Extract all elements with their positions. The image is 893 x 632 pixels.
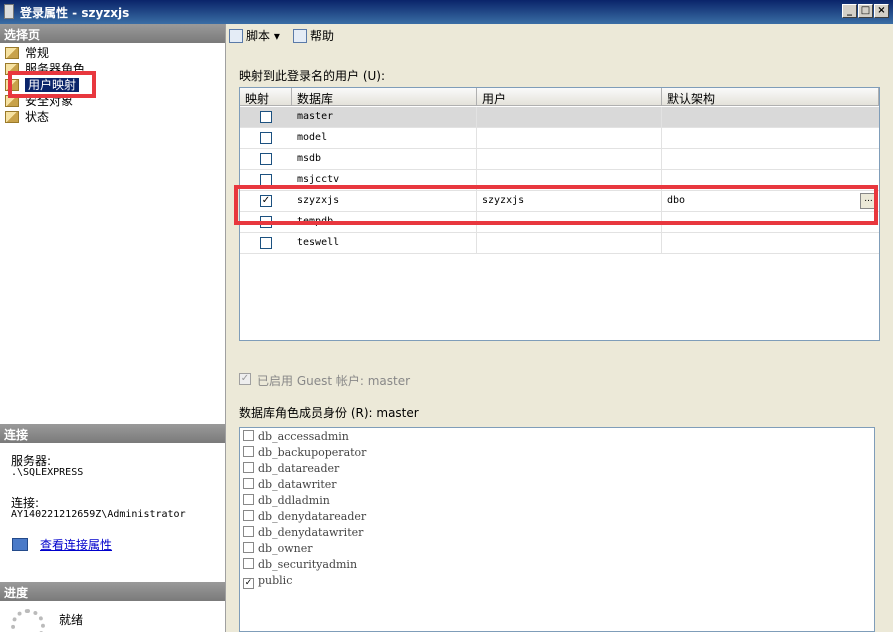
script-button[interactable]: 脚本 ▾	[229, 27, 280, 43]
table-row[interactable]: msdb	[240, 149, 879, 170]
role-checkbox[interactable]	[243, 526, 254, 537]
table-row[interactable]: teswell	[240, 233, 879, 254]
guest-account-checkbox: ✓	[239, 373, 251, 385]
map-checkbox[interactable]	[260, 111, 272, 123]
role-membership-label: 数据库角色成员身份 (R): master	[239, 406, 419, 420]
role-checkbox[interactable]	[243, 494, 254, 505]
role-checkbox[interactable]	[243, 446, 254, 457]
script-icon	[229, 29, 243, 43]
connection-header: 连接	[0, 424, 225, 443]
close-button[interactable]: ×	[874, 4, 889, 18]
list-item[interactable]: db_accessadmin	[243, 430, 349, 446]
window-icon	[4, 4, 14, 19]
list-item[interactable]: db_ddladmin	[243, 494, 330, 510]
list-item[interactable]: db_denydatawriter	[243, 526, 363, 542]
right-pane: 脚本 ▾ 帮助 映射到此登录名的用户 (U): 映射 数据库 用户 默认架构 m…	[227, 24, 893, 632]
guest-account-label: 已启用 Guest 帐户: master	[257, 374, 411, 388]
title-bar: 登录属性 - szyzxjs _ □ ×	[0, 0, 893, 24]
nav-item-general[interactable]: 常规	[5, 44, 49, 60]
role-checkbox[interactable]: ✓	[243, 578, 254, 589]
page-icon	[5, 111, 19, 123]
column-header-default-schema[interactable]: 默认架构	[662, 88, 879, 106]
map-checkbox[interactable]	[260, 237, 272, 249]
page-icon	[5, 47, 19, 59]
role-checkbox[interactable]	[243, 542, 254, 553]
select-page-header: 选择页	[0, 24, 225, 43]
role-checkbox[interactable]	[243, 478, 254, 489]
role-checkbox[interactable]	[243, 558, 254, 569]
list-item[interactable]: db_owner	[243, 542, 312, 558]
role-membership-list: db_accessadmin db_backupoperator db_data…	[239, 427, 875, 632]
role-checkbox[interactable]	[243, 430, 254, 441]
list-item[interactable]: db_backupoperator	[243, 446, 366, 462]
progress-spinner-icon	[11, 609, 45, 632]
minimize-button[interactable]: _	[842, 4, 857, 18]
map-checkbox[interactable]	[260, 153, 272, 165]
table-row[interactable]: master	[240, 107, 879, 128]
connection-value: AY140221212659Z\Administrator	[11, 509, 186, 520]
mapping-label: 映射到此登录名的用户 (U):	[239, 69, 386, 83]
progress-header: 进度	[0, 582, 225, 601]
list-item[interactable]: ✓ public	[243, 574, 292, 590]
list-item[interactable]: db_datawriter	[243, 478, 337, 494]
help-button[interactable]: 帮助	[293, 27, 334, 43]
map-checkbox[interactable]	[260, 132, 272, 144]
progress-status: 就绪	[59, 613, 84, 627]
left-pane: 选择页 常规 服务器角色 用户映射 安全对象 状态 连接 服务器: .\SQLE…	[0, 24, 226, 632]
maximize-button[interactable]: □	[858, 4, 873, 18]
connection-properties-icon	[12, 538, 28, 551]
list-item[interactable]: db_denydatareader	[243, 510, 366, 526]
table-row[interactable]: model	[240, 128, 879, 149]
role-checkbox[interactable]	[243, 510, 254, 521]
column-header-database[interactable]: 数据库	[292, 88, 477, 106]
role-checkbox[interactable]	[243, 462, 254, 473]
column-header-user[interactable]: 用户	[477, 88, 662, 106]
help-icon	[293, 29, 307, 43]
column-header-map[interactable]: 映射	[240, 88, 292, 106]
view-connection-properties-link[interactable]: 查看连接属性	[40, 536, 112, 553]
toolbar: 脚本 ▾ 帮助	[227, 24, 893, 46]
server-value: .\SQLEXPRESS	[11, 467, 84, 478]
window-title: 登录属性 - szyzxjs	[20, 6, 130, 20]
list-item[interactable]: db_securityadmin	[243, 558, 357, 574]
nav-item-status[interactable]: 状态	[5, 108, 49, 124]
highlight-box-row	[234, 185, 878, 225]
list-item[interactable]: db_datareader	[243, 462, 339, 478]
dropdown-arrow-icon[interactable]: ▾	[274, 29, 280, 43]
highlight-box-nav	[8, 71, 96, 98]
